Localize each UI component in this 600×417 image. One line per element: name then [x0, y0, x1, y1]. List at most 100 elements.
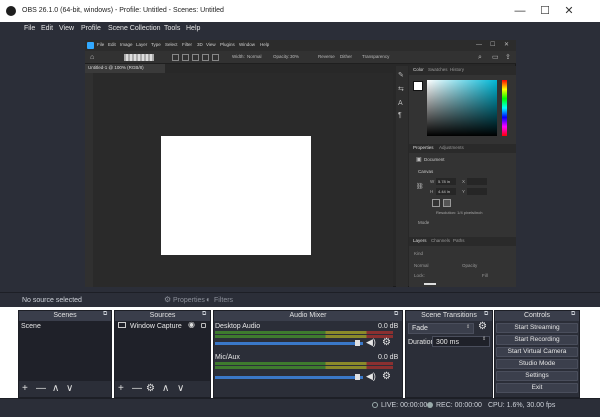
- volume-slider-knob[interactable]: [355, 340, 360, 346]
- speaker-icon[interactable]: ◀): [366, 338, 376, 347]
- ps-reverse-checkbox: Reverse: [318, 54, 335, 59]
- ps-menu-window: Window: [239, 42, 256, 47]
- menu-tools[interactable]: Tools: [164, 25, 180, 32]
- mixer-dock-float-icon[interactable]: ⧉: [394, 311, 398, 317]
- scene-move-up-icon[interactable]: ∧: [52, 383, 59, 397]
- source-properties-gear-icon[interactable]: ⚙: [146, 383, 155, 397]
- controls-dock-float-icon[interactable]: ⧉: [571, 311, 575, 317]
- close-button[interactable]: ✕: [556, 4, 582, 18]
- volume-slider[interactable]: [215, 376, 363, 379]
- window-capture-icon: [118, 322, 126, 328]
- scene-remove-icon[interactable]: —: [36, 383, 46, 397]
- ps-transparency-checkbox: Transparency: [362, 54, 390, 59]
- speaker-icon[interactable]: ◀): [366, 372, 376, 381]
- ps-link-icon: ⛓: [416, 184, 424, 190]
- source-add-icon[interactable]: +: [118, 383, 124, 397]
- ps-tab-color: Color: [413, 67, 424, 72]
- rec-indicator-icon: [427, 402, 433, 408]
- ps-share-icon: ⇪: [505, 54, 511, 61]
- sources-list[interactable]: [115, 321, 210, 381]
- properties-button[interactable]: Properties: [173, 297, 205, 304]
- scene-add-icon[interactable]: +: [22, 383, 28, 397]
- ps-resolution: Resolution: 1/4 pixels/inch: [436, 210, 483, 215]
- title-bar: OBS 26.1.0 (64-bit, windows) - Profile: …: [0, 0, 600, 22]
- ps-h-label: H: [430, 189, 434, 194]
- mixer-meter: [215, 362, 393, 365]
- ps-w-label: W: [430, 179, 435, 184]
- maximize-button[interactable]: ☐: [532, 4, 558, 18]
- start-recording-button[interactable]: Start Recording: [496, 335, 578, 345]
- settings-button[interactable]: Settings: [496, 371, 578, 381]
- menu-help[interactable]: Help: [186, 25, 200, 32]
- ps-menu-view: View: [206, 42, 216, 47]
- volume-slider-knob[interactable]: [355, 374, 360, 380]
- ps-opacity-label: Opacity:: [273, 54, 290, 59]
- rec-time: REC: 00:00:00: [436, 402, 482, 409]
- volume-slider[interactable]: [215, 342, 363, 345]
- window-title: OBS 26.1.0 (64-bit, windows) - Profile: …: [22, 7, 224, 14]
- exit-button[interactable]: Exit: [496, 383, 578, 393]
- ps-maximize-icon: ☐: [490, 42, 496, 48]
- menu-edit[interactable]: Edit: [41, 25, 53, 32]
- ps-tab-adjustments: Adjustments: [439, 145, 464, 150]
- properties-gear-icon: ⚙: [164, 295, 172, 304]
- ps-foreground-swatch: [413, 81, 423, 91]
- scene-move-down-icon[interactable]: ∨: [66, 383, 73, 397]
- start-streaming-button[interactable]: Start Streaming: [496, 323, 578, 333]
- source-move-up-icon[interactable]: ∧: [162, 383, 169, 397]
- mixer-gear-icon[interactable]: ⚙: [382, 372, 391, 382]
- ps-tab-channels: Channels: [431, 238, 451, 243]
- duration-spinner-icon[interactable]: ⇕: [482, 337, 486, 342]
- scene-item[interactable]: Scene: [21, 323, 41, 330]
- ps-home-icon: ⌂: [90, 54, 95, 61]
- menu-scene-collection[interactable]: Scene Collection: [108, 25, 161, 32]
- ps-menu-help: Help: [260, 42, 270, 47]
- minimize-button[interactable]: —: [507, 4, 533, 18]
- ps-brush-icon: ✎: [398, 72, 404, 79]
- mixer-channel-level: 0.0 dB: [378, 354, 399, 361]
- ps-h-value: 4.44 in: [438, 189, 451, 194]
- ps-dither-checkbox: Dither: [340, 54, 353, 59]
- scenes-dock-float-icon[interactable]: ⧉: [103, 311, 107, 317]
- scenes-title: Scenes: [19, 311, 111, 321]
- ps-linear-gradient-icon: [172, 54, 179, 61]
- duration-label: Duration: [408, 339, 435, 346]
- start-virtual-camera-button[interactable]: Start Virtual Camera: [496, 347, 578, 357]
- ps-type-icon: A: [398, 100, 403, 107]
- ps-tab-history: History: [450, 67, 465, 72]
- mixer-gear-icon[interactable]: ⚙: [382, 338, 391, 348]
- ps-layer-thumbnail: [424, 283, 436, 285]
- ps-y-label: Y: [462, 189, 466, 194]
- ps-workspace-icon: ▭: [492, 54, 499, 61]
- ps-document-tab-label: Untitled-1 @ 100% (RGB/8): [88, 65, 144, 70]
- transition-type: Fade: [412, 325, 428, 332]
- source-item[interactable]: Window Capture: [130, 323, 182, 330]
- transitions-dock-float-icon[interactable]: ⧉: [484, 311, 488, 317]
- ps-diamond-gradient-icon: [212, 54, 219, 61]
- lock-icon[interactable]: [201, 323, 206, 328]
- sources-dock-float-icon[interactable]: ⧉: [202, 311, 206, 317]
- ps-x-field: [467, 178, 487, 185]
- source-remove-icon[interactable]: —: [132, 383, 142, 397]
- ps-canvas-label: Canvas: [418, 169, 434, 174]
- chevron-updown-icon: ⇕: [466, 324, 471, 330]
- ps-close-icon: ✕: [504, 42, 510, 48]
- source-move-down-icon[interactable]: ∨: [177, 383, 184, 397]
- filters-button[interactable]: Filters: [214, 297, 233, 304]
- ps-kind-filter: Kind: [414, 251, 424, 256]
- source-toolbar: [0, 292, 600, 307]
- ps-radial-gradient-icon: [182, 54, 189, 61]
- ps-color-field: [427, 80, 497, 136]
- studio-mode-button[interactable]: Studio Mode: [496, 359, 578, 369]
- ps-menu-filter: Filter: [182, 42, 192, 47]
- mixer-meter: [215, 366, 393, 369]
- menu-profile[interactable]: Profile: [81, 25, 101, 32]
- menu-view[interactable]: View: [59, 25, 74, 32]
- ps-w-value: 5.78 in: [438, 179, 451, 184]
- ps-menu-select: Select: [165, 42, 178, 47]
- transition-gear-icon[interactable]: ⚙: [478, 322, 487, 332]
- scenes-list[interactable]: [19, 321, 111, 381]
- menu-file[interactable]: File: [24, 25, 35, 32]
- ps-document-canvas: [161, 136, 311, 255]
- visibility-eye-icon[interactable]: ◉: [188, 321, 195, 329]
